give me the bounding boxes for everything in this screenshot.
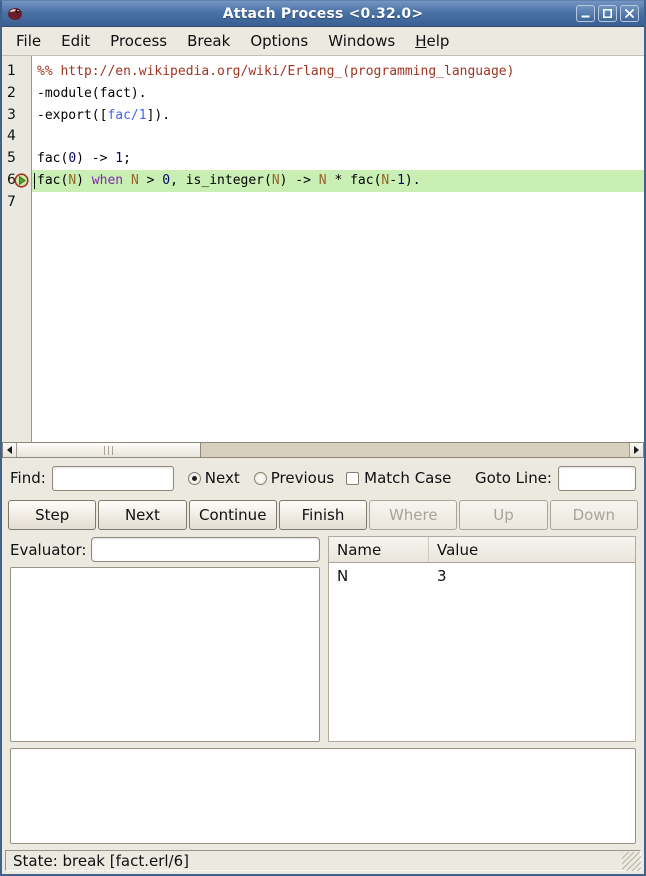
code-editor[interactable]: 1234567 %% http://en.wikipedia.org/wiki/… <box>2 56 644 442</box>
name-column-header[interactable]: Name <box>329 537 429 562</box>
window-title: Attach Process <0.32.0> <box>2 6 644 22</box>
code-line: %% http://en.wikipedia.org/wiki/Erlang_(… <box>32 61 644 83</box>
evaluator-input[interactable] <box>91 537 320 562</box>
close-button[interactable] <box>620 5 639 22</box>
line-number[interactable]: 4 <box>2 126 31 148</box>
line-number[interactable]: 2 <box>2 83 31 105</box>
line-number[interactable]: 6 <box>2 170 31 192</box>
scrollbar-track[interactable] <box>17 443 629 457</box>
scroll-left-button[interactable] <box>3 443 17 457</box>
menu-process[interactable]: Process <box>100 29 177 53</box>
evaluator-output-panel <box>10 567 320 742</box>
find-label: Find: <box>10 469 46 487</box>
breakpoint-marker-icon[interactable] <box>14 173 29 188</box>
menu-break[interactable]: Break <box>177 29 240 53</box>
menu-options[interactable]: Options <box>240 29 318 53</box>
find-next-label: Next <box>205 469 240 487</box>
editor-gutter[interactable]: 1234567 <box>2 56 32 442</box>
variables-header: Name Value <box>329 537 635 563</box>
variable-row[interactable]: N3 <box>329 565 635 587</box>
current-code-line: fac(N) when N > 0, is_integer(N) -> N * … <box>32 170 644 192</box>
code-line: -module(fact). <box>32 83 644 105</box>
text-caret <box>34 173 35 189</box>
evaluator-label: Evaluator: <box>10 541 86 559</box>
trace-section <box>2 742 644 848</box>
find-previous-label: Previous <box>271 469 334 487</box>
where-button: Where <box>369 500 457 530</box>
attach-process-window: Attach Process <0.32.0> FileEditProcessB… <box>0 0 646 876</box>
editor-text-area[interactable]: %% http://en.wikipedia.org/wiki/Erlang_(… <box>32 56 644 442</box>
match-case-checkbox[interactable] <box>346 472 359 485</box>
scroll-right-button[interactable] <box>629 443 643 457</box>
right-arrow-icon <box>634 446 639 454</box>
variables-list: N3 <box>329 563 635 741</box>
line-number[interactable]: 3 <box>2 105 31 127</box>
step-button[interactable]: Step <box>8 500 96 530</box>
status-bar: State: break [fact.erl/6] <box>2 848 644 874</box>
menu-bar: FileEditProcessBreakOptionsWindowsHelp <box>2 27 644 56</box>
debug-buttons-row: StepNextContinueFinishWhereUpDown <box>2 498 644 536</box>
menu-file[interactable]: File <box>6 29 51 53</box>
minimize-button[interactable] <box>576 5 595 22</box>
resize-grip[interactable] <box>622 852 641 871</box>
find-bar: Find: Next Previous Match Case Goto Line… <box>2 458 644 498</box>
middle-section: Evaluator: Name Value N3 <box>2 536 644 742</box>
code-line: -export([fac/1]). <box>32 105 644 127</box>
match-case-label: Match Case <box>364 469 451 487</box>
find-previous-radio[interactable] <box>254 472 267 485</box>
code-line: fac(0) -> 1; <box>32 148 644 170</box>
trace-output-panel <box>10 748 636 844</box>
code-line <box>32 126 644 148</box>
variables-panel: Name Value N3 <box>328 536 636 742</box>
next-button[interactable]: Next <box>98 500 186 530</box>
goto-line-label: Goto Line: <box>475 469 552 487</box>
status-text: State: break [fact.erl/6] <box>13 852 189 870</box>
code-line <box>32 192 644 214</box>
find-next-radio[interactable] <box>188 472 201 485</box>
down-button: Down <box>550 500 638 530</box>
finish-button[interactable]: Finish <box>279 500 367 530</box>
continue-button[interactable]: Continue <box>189 500 277 530</box>
up-button: Up <box>459 500 547 530</box>
value-column-header[interactable]: Value <box>429 537 635 562</box>
goto-line-input[interactable] <box>558 466 636 491</box>
line-number[interactable]: 1 <box>2 61 31 83</box>
scrollbar-thumb[interactable] <box>17 443 201 457</box>
maximize-button[interactable] <box>598 5 617 22</box>
horizontal-scrollbar[interactable] <box>2 442 644 458</box>
title-bar[interactable]: Attach Process <0.32.0> <box>2 1 644 27</box>
menu-edit[interactable]: Edit <box>51 29 100 53</box>
line-number[interactable]: 5 <box>2 148 31 170</box>
find-input[interactable] <box>52 466 174 491</box>
thumb-grip-icon <box>104 446 113 455</box>
line-number[interactable]: 7 <box>2 192 31 214</box>
menu-help[interactable]: Help <box>405 29 459 53</box>
left-arrow-icon <box>7 446 12 454</box>
menu-windows[interactable]: Windows <box>318 29 405 53</box>
